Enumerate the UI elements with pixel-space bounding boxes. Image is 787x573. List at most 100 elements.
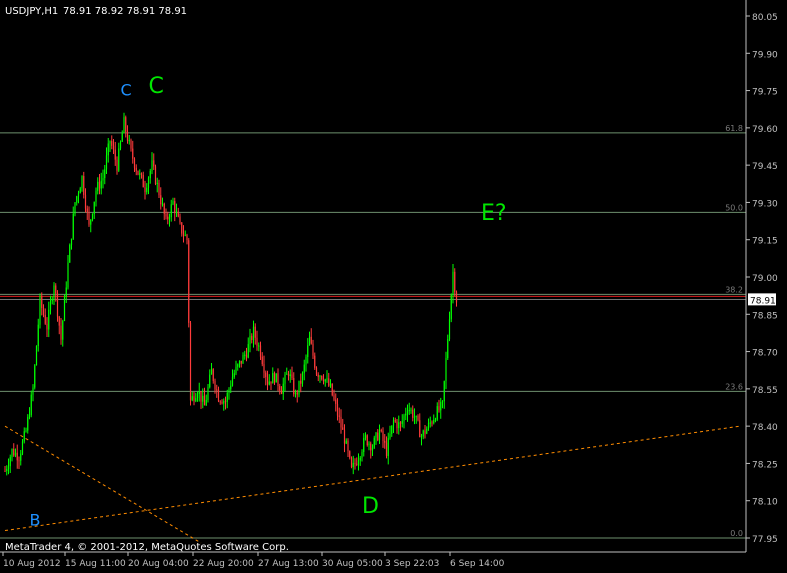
candle-body	[298, 380, 300, 395]
candle-body	[160, 195, 162, 205]
copyright-text: MetaTrader 4, © 2001-2012, MetaQuotes So…	[5, 542, 289, 553]
candle-body	[382, 430, 384, 441]
candle-body	[226, 392, 228, 402]
candle-body	[100, 180, 102, 189]
candle-body	[398, 422, 400, 429]
candle-body	[410, 409, 412, 411]
candle-body	[357, 460, 360, 465]
candle-body	[263, 364, 265, 373]
x-tick-label: 10 Aug 2012	[3, 559, 61, 569]
candle-body	[56, 293, 59, 317]
candle-body	[436, 406, 438, 420]
candle-body	[223, 401, 225, 404]
candle-body	[312, 343, 314, 356]
candle-body	[336, 403, 339, 416]
y-tick-label: 79.60	[752, 125, 778, 135]
candle-body	[139, 173, 141, 175]
candle-body	[429, 422, 431, 424]
wave-label: B	[30, 511, 41, 530]
candle-body	[275, 373, 277, 383]
candle-body	[6, 469, 8, 472]
candle-body	[9, 457, 11, 467]
candle-body	[46, 323, 48, 330]
candle-body	[310, 336, 312, 344]
candle-body	[132, 148, 134, 159]
candle-body	[315, 367, 318, 375]
candle-body	[172, 201, 174, 205]
candle-body	[193, 396, 195, 402]
candle-body	[86, 208, 88, 212]
candle-body	[406, 411, 409, 414]
candle-body	[111, 141, 113, 146]
candle-body	[279, 386, 281, 391]
candle-body	[300, 380, 302, 384]
candle-body	[345, 440, 347, 444]
candle-body	[44, 314, 46, 324]
candle-body	[261, 356, 263, 365]
candle-body	[58, 316, 60, 326]
candle-body	[307, 345, 309, 358]
candle-body	[184, 235, 186, 237]
candle-body	[116, 159, 118, 171]
candle-body	[55, 285, 57, 294]
candle-body	[314, 355, 316, 368]
candle-body	[244, 354, 246, 356]
fib-level-label: 38.2	[725, 285, 743, 294]
candle-body	[130, 140, 132, 149]
candle-body	[81, 176, 83, 189]
candle-body	[426, 428, 428, 434]
candle-body	[37, 324, 39, 346]
candle-body	[167, 216, 169, 220]
candle-body	[214, 380, 216, 390]
candle-body	[433, 419, 435, 424]
candle-body	[168, 217, 171, 220]
candle-body	[65, 287, 67, 297]
candle-body	[32, 387, 34, 395]
candle-body	[455, 291, 458, 303]
x-tick-label: 15 Aug 11:00	[65, 559, 126, 569]
candle-body	[391, 425, 393, 434]
candle-body	[189, 322, 192, 401]
candle-body	[30, 394, 32, 416]
candle-body	[48, 309, 50, 330]
y-tick-label: 79.75	[752, 88, 778, 98]
candle-body	[62, 320, 64, 340]
y-tick-label: 79.30	[752, 199, 778, 209]
wave-label: D	[362, 494, 379, 519]
candle-body	[280, 390, 283, 394]
candle-body	[84, 194, 87, 209]
candle-body	[424, 430, 426, 434]
candle-body	[308, 336, 311, 346]
candle-body	[146, 187, 148, 193]
wave-label: E?	[481, 201, 507, 226]
candle-body	[294, 392, 297, 395]
candle-body	[366, 435, 368, 446]
candle-body	[207, 387, 209, 400]
candle-body	[356, 463, 358, 465]
candle-body	[181, 222, 183, 234]
candle-body	[266, 377, 269, 385]
candle-body	[364, 435, 367, 438]
candle-body	[198, 391, 200, 394]
candle-body	[39, 296, 41, 325]
candle-body	[49, 301, 52, 310]
candle-body	[212, 369, 214, 381]
candle-body	[63, 296, 66, 321]
candle-body	[228, 389, 230, 393]
price-chart[interactable]: 61.8 50.0 38.2 23.6 0.0 78.91 C C B D E? 80.05 79.…	[0, 0, 787, 573]
candle-body	[380, 430, 382, 432]
candle-body	[329, 383, 332, 386]
candle-body	[440, 402, 442, 411]
candle-body	[405, 413, 407, 416]
candle-body	[154, 166, 157, 184]
candle-body	[72, 213, 74, 239]
candle-body	[403, 415, 405, 422]
candle-body	[392, 420, 395, 426]
candle-body	[200, 391, 202, 402]
candle-body	[60, 325, 62, 340]
candle-body	[434, 419, 437, 421]
candle-body	[231, 376, 234, 386]
candle-body	[238, 360, 241, 365]
candle-body	[156, 182, 158, 184]
candle-body	[322, 379, 325, 382]
